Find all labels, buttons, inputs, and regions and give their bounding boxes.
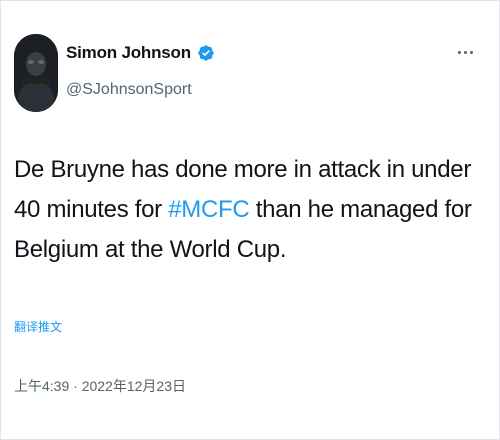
tweet-card: Simon Johnson @SJohnsonSport De Bruyne h… [0, 0, 500, 440]
frame-top-border [0, 0, 500, 1]
more-options-icon[interactable] [458, 46, 482, 58]
more-dot [464, 50, 467, 54]
author-display-name[interactable]: Simon Johnson [66, 43, 191, 63]
avatar[interactable] [14, 34, 58, 112]
tweet-text: De Bruyne has done more in attack in und… [14, 150, 484, 270]
tweet-timestamp[interactable]: 上午4:39 · 2022年12月23日 [14, 376, 186, 396]
more-dot [470, 50, 473, 54]
verified-badge-icon [197, 44, 215, 62]
author-name-row: Simon Johnson [66, 43, 215, 63]
avatar-photo [14, 34, 58, 112]
frame-left-border [0, 0, 1, 440]
more-dot [458, 50, 461, 54]
author-handle[interactable]: @SJohnsonSport [66, 81, 192, 99]
translate-tweet-link[interactable]: 翻译推文 [14, 318, 62, 335]
hashtag-link[interactable]: #MCFC [168, 196, 249, 223]
